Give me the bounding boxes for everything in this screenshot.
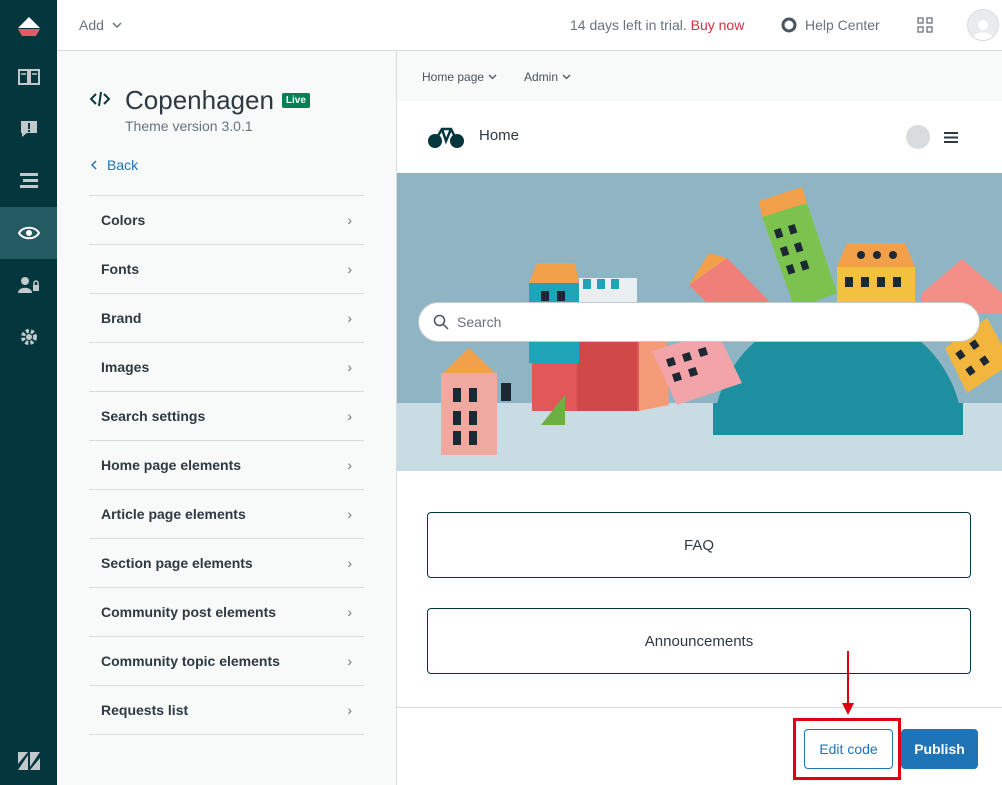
chevron-down-icon: [562, 74, 571, 80]
theme-preview: Home Search FAQ Announcements: [397, 101, 1002, 708]
preview-search-input[interactable]: Search: [418, 302, 980, 342]
buy-now-link[interactable]: Buy now: [691, 17, 745, 33]
menu-item-label: Fonts: [101, 261, 140, 277]
menu-item-label: Requests list: [101, 702, 189, 718]
top-bar: Add 14 days left in trial. Buy now Help …: [57, 0, 1002, 51]
hero-banner: Search: [397, 173, 1002, 471]
back-label: Back: [107, 157, 139, 173]
settings-gear-icon[interactable]: [0, 311, 57, 363]
annotation-highlight-box: [793, 718, 901, 780]
menu-item-search-settings[interactable]: Search settings ›: [89, 392, 364, 441]
menu-item-label: Search settings: [101, 408, 206, 424]
preview-home-link[interactable]: Home: [479, 127, 519, 144]
block-label: FAQ: [683, 536, 714, 554]
live-badge: Live: [281, 93, 310, 108]
menu-item-label: Images: [101, 359, 150, 375]
menu-item-community-topic-elements[interactable]: Community topic elements ›: [89, 637, 364, 686]
menu-item-label: Colors: [101, 212, 146, 228]
chevron-down-icon: [112, 22, 122, 28]
search-placeholder: Search: [457, 314, 502, 330]
chevron-down-icon: [488, 74, 497, 80]
annotation-arrow-icon: [842, 651, 854, 715]
menu-item-brand[interactable]: Brand ›: [89, 294, 364, 343]
role-select-value: Admin: [524, 70, 559, 84]
menu-item-fonts[interactable]: Fonts ›: [89, 245, 364, 294]
preview-header: Home: [397, 101, 1002, 173]
theme-settings-panel: Copenhagen Live Theme version 3.0.1 Back…: [57, 51, 397, 785]
lifebuoy-icon: [781, 17, 797, 33]
help-center-label: Help Center: [805, 17, 880, 33]
role-select-dropdown[interactable]: Admin: [524, 70, 571, 84]
chevron-right-icon: ›: [347, 555, 352, 571]
theme-name: Copenhagen: [125, 85, 274, 115]
page-select-value: Home page: [422, 70, 485, 84]
faq-block[interactable]: FAQ: [427, 512, 971, 578]
chevron-right-icon: ›: [347, 408, 352, 424]
search-icon: [433, 314, 449, 330]
product-nav-rail: [0, 0, 57, 785]
arrange-content-icon[interactable]: [0, 155, 57, 207]
theme-version: Theme version 3.0.1: [125, 118, 253, 134]
menu-item-colors[interactable]: Colors ›: [89, 196, 364, 245]
preview-toolbar: Home page Admin: [397, 51, 1002, 101]
menu-item-label: Community topic elements: [101, 653, 280, 669]
chevron-right-icon: ›: [347, 653, 352, 669]
chevron-right-icon: ›: [347, 310, 352, 326]
menu-item-label: Community post elements: [101, 604, 277, 620]
trial-text: 14 days left in trial.: [570, 17, 687, 33]
menu-item-requests-list[interactable]: Requests list ›: [89, 686, 364, 735]
menu-item-article-page-elements[interactable]: Article page elements ›: [89, 490, 364, 539]
knowledge-base-icon[interactable]: [0, 51, 57, 103]
user-permissions-icon[interactable]: [0, 259, 57, 311]
chevron-right-icon: ›: [347, 457, 352, 473]
menu-item-section-page-elements[interactable]: Section page elements ›: [89, 539, 364, 588]
add-menu-button[interactable]: Add: [79, 17, 122, 33]
settings-menu: Colors › Fonts › Brand › Images › Search set…: [89, 195, 364, 735]
chevron-left-icon: [91, 160, 97, 170]
menu-item-community-post-elements[interactable]: Community post elements ›: [89, 588, 364, 637]
menu-item-home-page-elements[interactable]: Home page elements ›: [89, 441, 364, 490]
menu-item-label: Article page elements: [101, 506, 246, 522]
menu-item-images[interactable]: Images ›: [89, 343, 364, 392]
community-moderation-icon[interactable]: [0, 103, 57, 155]
hamburger-menu-icon[interactable]: [944, 130, 958, 148]
zendesk-logo-icon[interactable]: [0, 735, 57, 785]
chevron-right-icon: ›: [347, 604, 352, 620]
preview-avatar[interactable]: [906, 125, 930, 149]
publish-button[interactable]: Publish: [901, 729, 978, 769]
menu-item-label: Brand: [101, 310, 142, 326]
block-label: Announcements: [644, 632, 754, 650]
menu-item-label: Section page elements: [101, 555, 253, 571]
trial-notice: 14 days left in trial. Buy now: [570, 17, 744, 33]
code-brackets-icon: [89, 91, 111, 112]
chevron-right-icon: ›: [347, 702, 352, 718]
add-label: Add: [79, 17, 104, 33]
theme-title: Copenhagen Live: [125, 85, 310, 116]
user-avatar[interactable]: [967, 9, 999, 41]
announcements-block[interactable]: Announcements: [427, 608, 971, 674]
chevron-right-icon: ›: [347, 359, 352, 375]
bicycle-logo-icon: [428, 127, 464, 148]
customize-design-eye-icon[interactable]: [0, 207, 57, 259]
chevron-right-icon: ›: [347, 212, 352, 228]
menu-item-label: Home page elements: [101, 457, 242, 473]
zendesk-guide-logo-icon[interactable]: [0, 0, 57, 52]
product-tray-grid-icon[interactable]: [917, 17, 933, 38]
back-link[interactable]: Back: [91, 157, 138, 173]
chevron-right-icon: ›: [347, 506, 352, 522]
page-select-dropdown[interactable]: Home page: [422, 70, 497, 84]
help-center-button[interactable]: Help Center: [781, 17, 880, 33]
chevron-right-icon: ›: [347, 261, 352, 277]
